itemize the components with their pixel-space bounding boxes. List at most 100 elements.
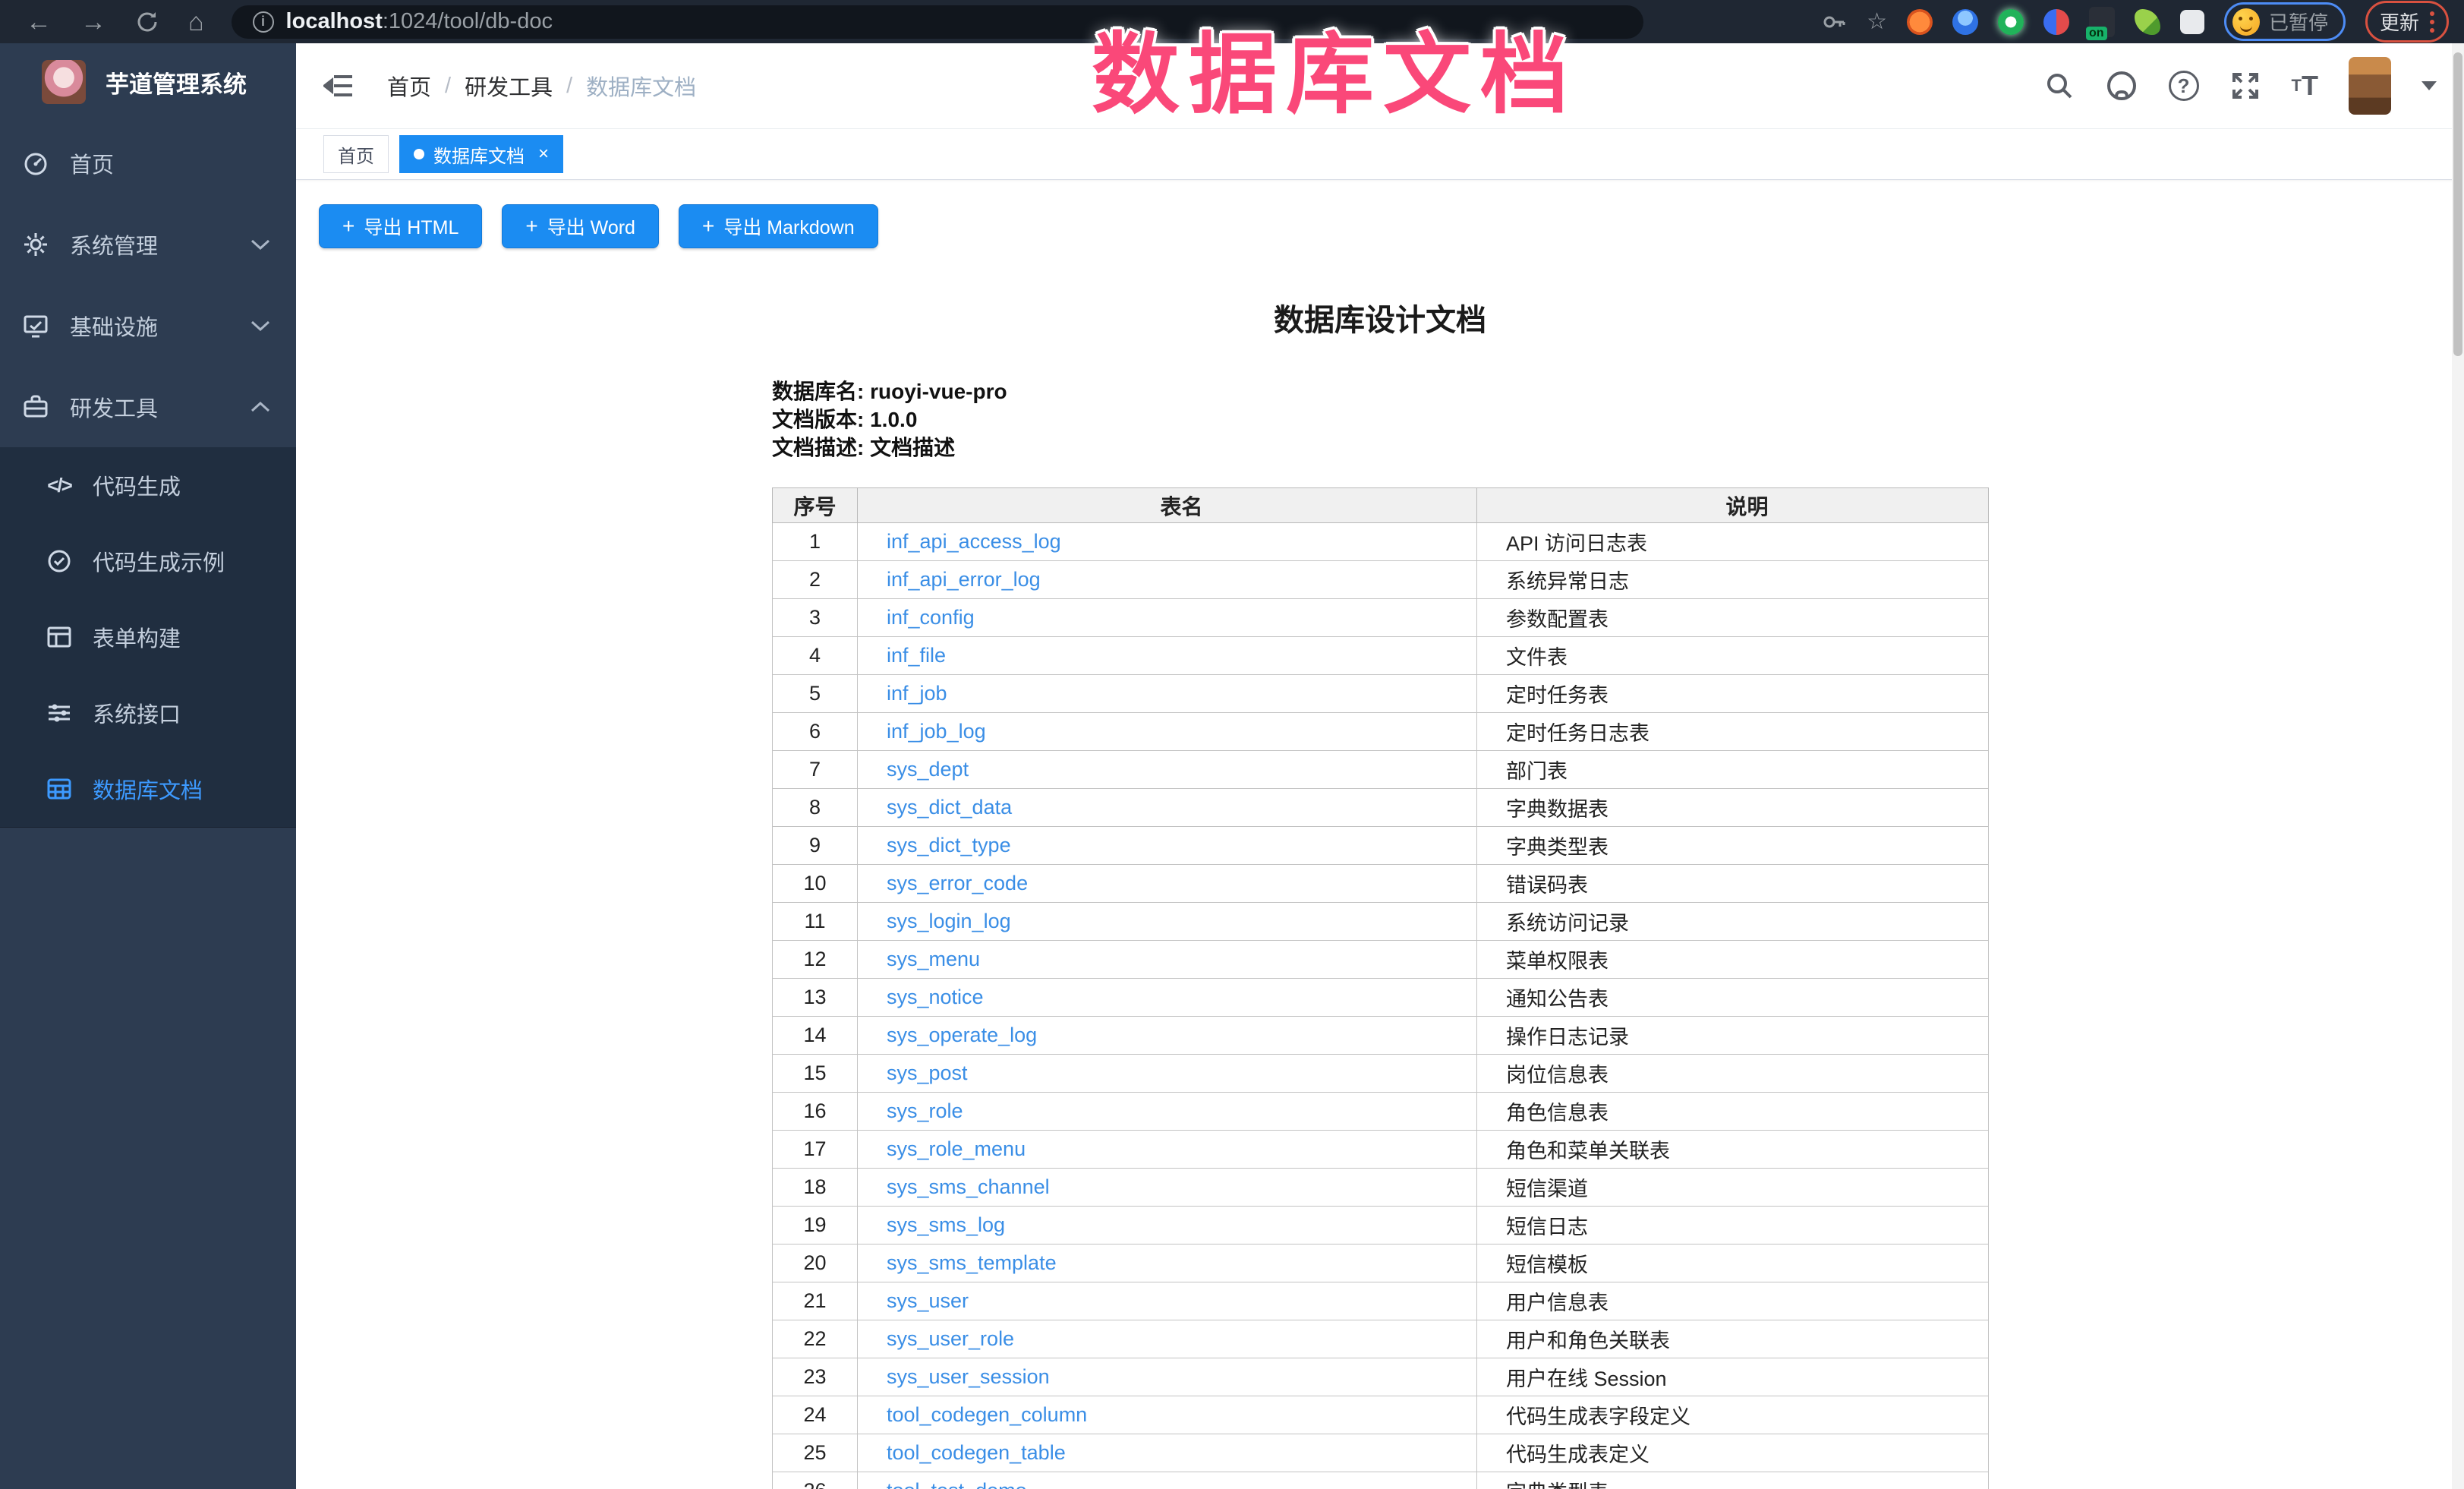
table-name-link[interactable]: inf_job_log [887,720,986,743]
avatar[interactable] [2349,57,2391,115]
tag-home[interactable]: 首页 [323,135,389,173]
table-name-link[interactable]: sys_menu [887,948,980,970]
table-row: 21sys_user用户信息表 [773,1282,1989,1320]
row-index: 16 [773,1093,858,1131]
table-row: 6inf_job_log定时任务日志表 [773,713,1989,751]
table-name-link[interactable]: sys_sms_template [887,1251,1057,1274]
table-name-link[interactable]: inf_config [887,606,975,629]
table-description: 用户和角色关联表 [1477,1320,1989,1358]
app-logo-row[interactable]: 芋道管理系统 [0,43,296,115]
sidebar-item-codegen[interactable]: </> 代码生成 [0,447,296,523]
sidebar-item-db-doc[interactable]: 数据库文档 [0,751,296,827]
table-row: 4inf_file文件表 [773,637,1989,675]
tags-view: 首页 数据库文档 × [296,129,2464,180]
sidebar-item-api[interactable]: 系统接口 [0,675,296,751]
help-icon[interactable]: ? [2169,71,2199,101]
button-label: 导出 HTML [364,213,458,240]
extension-icon[interactable] [1952,9,1978,35]
table-name-link[interactable]: sys_user [887,1289,969,1312]
page-scrollbar[interactable] [2452,43,2464,1489]
table-name-link[interactable]: sys_role_menu [887,1137,1026,1160]
search-icon[interactable] [2044,71,2075,101]
extensions-puzzle-icon[interactable] [2180,10,2204,34]
table-name-cell: sys_login_log [858,903,1477,941]
table-name-link[interactable]: tool_codegen_table [887,1441,1066,1464]
bookmark-star-icon[interactable]: ☆ [1867,8,1887,35]
meta-value: 文档描述 [870,436,955,459]
table-description: 用户信息表 [1477,1282,1989,1320]
browser-back-icon[interactable]: ← [26,9,52,35]
table-name-link[interactable]: sys_dept [887,758,969,781]
sidebar-collapse-icon[interactable] [323,73,354,99]
table-name-cell: sys_menu [858,941,1477,979]
export-html-button[interactable]: + 导出 HTML [319,204,482,248]
close-icon[interactable]: × [538,144,549,165]
fullscreen-icon[interactable] [2229,70,2261,102]
table-name-link[interactable]: inf_job [887,682,947,705]
table-description: 字典类型表 [1477,827,1989,865]
table-name-link[interactable]: inf_api_error_log [887,568,1041,591]
table-description: 角色信息表 [1477,1093,1989,1131]
table-name-link[interactable]: sys_operate_log [887,1024,1037,1046]
table-name-link[interactable]: sys_login_log [887,910,1011,932]
sidebar-item-infra[interactable]: 基础设施 [0,285,296,366]
browser-menu-icon[interactable] [2430,11,2434,33]
table-name-link[interactable]: sys_user_session [887,1365,1050,1388]
table-icon [47,777,71,801]
sliders-icon [47,701,71,725]
scrollbar-thumb[interactable] [2453,52,2462,356]
table-name-link[interactable]: sys_error_code [887,872,1028,894]
url-path: :1024/tool/db-doc [383,9,553,33]
table-name-cell: sys_role_menu [858,1131,1477,1169]
table-name-link[interactable]: inf_api_access_log [887,530,1061,553]
address-bar[interactable]: i localhost:1024/tool/db-doc [232,5,1643,39]
sidebar-item-label: 数据库文档 [93,773,203,805]
update-button[interactable]: 更新 [2365,1,2449,43]
form-icon [47,625,71,649]
row-index: 20 [773,1245,858,1282]
sidebar-item-devtools[interactable]: 研发工具 [0,366,296,447]
sidebar-item-codegen-demo[interactable]: 代码生成示例 [0,523,296,599]
table-name-link[interactable]: tool_test_demo [887,1479,1027,1489]
export-word-button[interactable]: + 导出 Word [502,204,659,248]
table-name-link[interactable]: inf_file [887,644,946,667]
screen: ← → ⌂ i localhost:1024/tool/db-doc ☆ on [0,0,2464,1489]
password-key-icon[interactable] [1821,9,1847,35]
export-markdown-button[interactable]: + 导出 Markdown [679,204,878,248]
profile-paused-badge[interactable]: 已暂停 [2224,2,2346,41]
site-info-icon[interactable]: i [253,11,274,33]
table-name-link[interactable]: sys_user_role [887,1327,1014,1350]
browser-reload-icon[interactable] [135,10,159,34]
browser-home-icon[interactable]: ⌂ [188,9,204,35]
table-name-cell: sys_dict_type [858,827,1477,865]
extension-icon[interactable]: on [2089,7,2115,37]
table-description: API 访问日志表 [1477,523,1989,561]
table-name-link[interactable]: sys_post [887,1062,968,1084]
sidebar-item-system[interactable]: 系统管理 [0,203,296,285]
row-index: 2 [773,561,858,599]
extension-icon[interactable] [1907,9,1933,35]
sidebar-item-home[interactable]: 首页 [0,122,296,203]
breadcrumb-devtools[interactable]: 研发工具 [465,70,553,102]
table-name-link[interactable]: sys_sms_channel [887,1175,1050,1198]
table-name-link[interactable]: sys_dict_data [887,796,1012,819]
table-name-link[interactable]: sys_sms_log [887,1213,1005,1236]
profile-emoji-icon [2232,8,2260,36]
sidebar-item-form-builder[interactable]: 表单构建 [0,599,296,675]
chevron-down-icon[interactable] [2421,81,2437,90]
font-size-icon[interactable]: TT [2292,70,2318,102]
extension-icon[interactable] [1998,9,2024,35]
table-name-link[interactable]: sys_dict_type [887,834,1011,856]
table-row: 7sys_dept部门表 [773,751,1989,789]
breadcrumb-home[interactable]: 首页 [387,70,431,102]
tag-db-doc[interactable]: 数据库文档 × [399,135,563,173]
table-name-link[interactable]: sys_role [887,1099,963,1122]
browser-forward-icon[interactable]: → [80,9,106,35]
table-name-link[interactable]: sys_notice [887,986,984,1008]
table-description: 字典数据表 [1477,789,1989,827]
table-name-link[interactable]: tool_codegen_column [887,1403,1087,1426]
extension-icon[interactable] [2043,9,2069,35]
extension-icon[interactable] [2135,9,2160,35]
table-row: 17sys_role_menu角色和菜单关联表 [773,1131,1989,1169]
github-icon[interactable] [2105,69,2138,103]
